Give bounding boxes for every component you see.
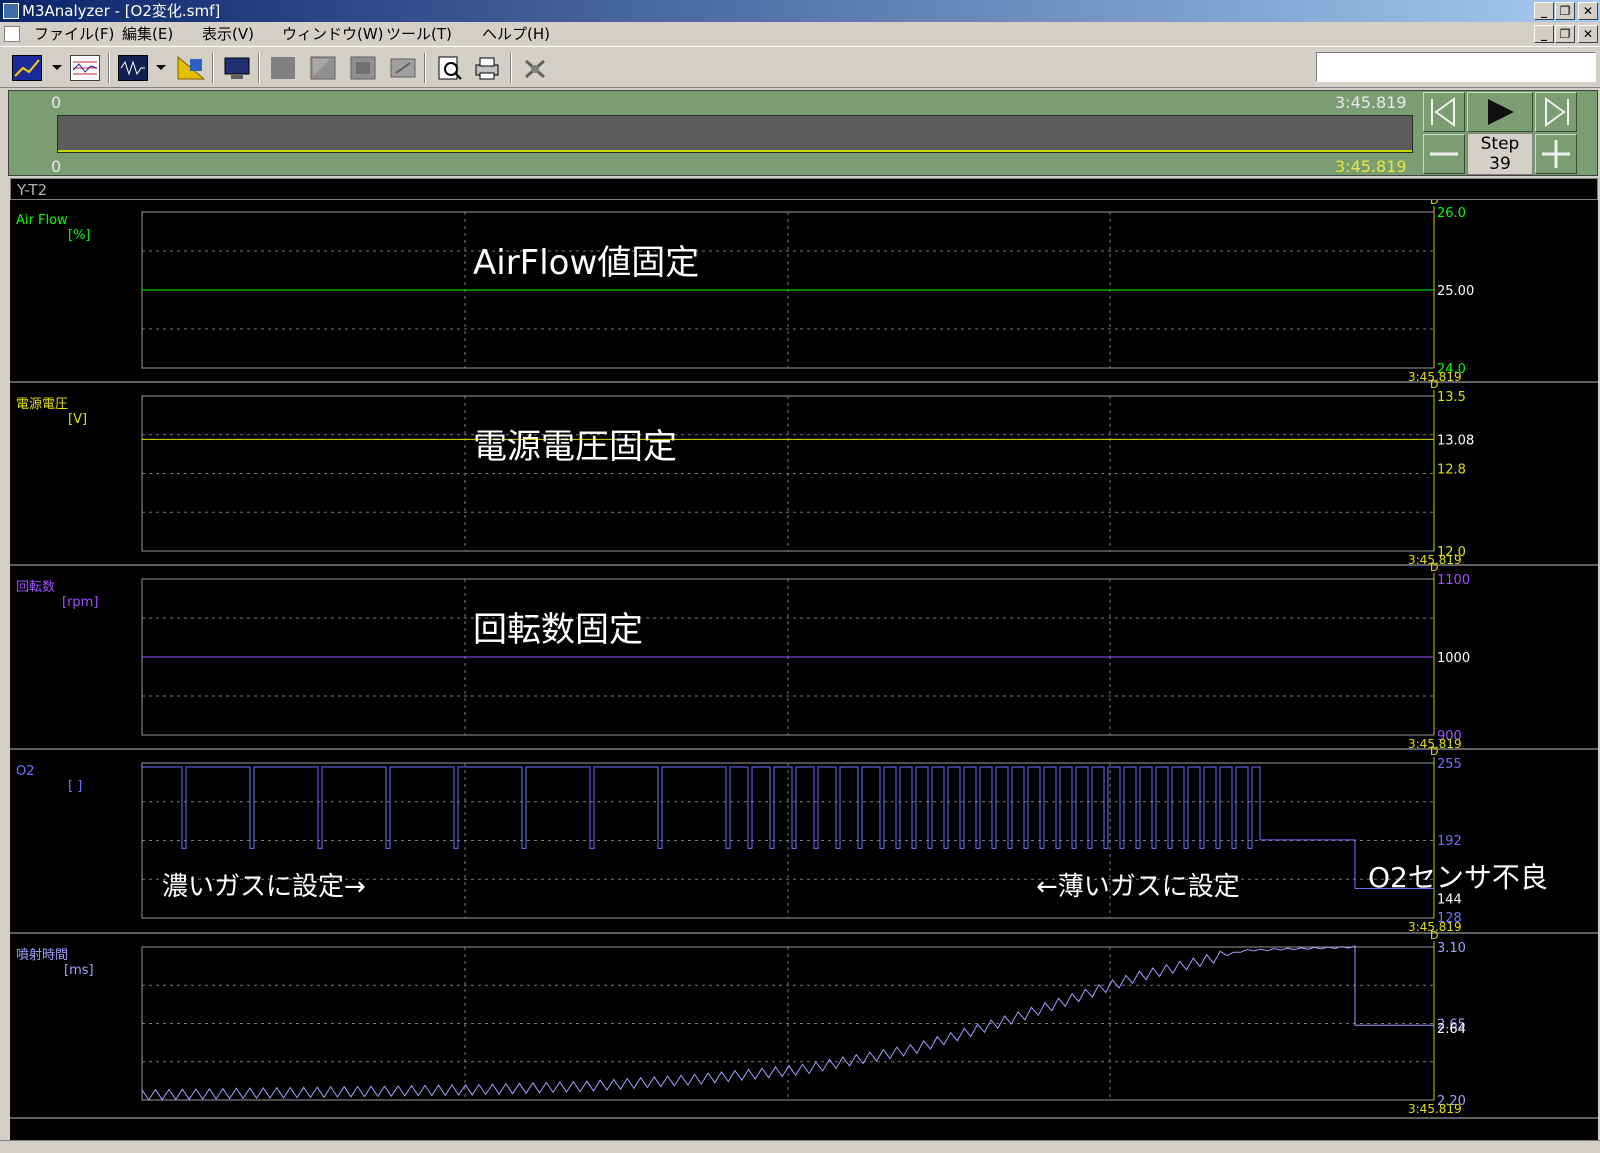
signal-dropdown-icon[interactable] bbox=[156, 65, 166, 70]
step-back-button[interactable] bbox=[1423, 92, 1465, 132]
y-tick-label: 13.5 bbox=[1437, 390, 1466, 405]
annotation-rich-gas: 濃いガスに設定→ bbox=[162, 872, 366, 902]
minimize-button[interactable]: _ bbox=[1534, 2, 1554, 20]
monitor-icon[interactable] bbox=[222, 55, 252, 81]
y-tick-label: 255 bbox=[1437, 757, 1462, 772]
play-button[interactable] bbox=[1467, 92, 1533, 132]
timeline-slider[interactable] bbox=[57, 115, 1413, 153]
corner-disabled-icon[interactable] bbox=[308, 55, 338, 81]
y-tick-label: 1100 bbox=[1437, 573, 1470, 588]
charts-svg: DAir Flow[%]26.025.0024.03:45.819AirFlow… bbox=[10, 194, 1598, 1119]
doc-minimize-button[interactable]: _ bbox=[1534, 25, 1554, 43]
end-time-label: 3:45.819 bbox=[1408, 1102, 1462, 1116]
y-tick-label: 12.8 bbox=[1437, 462, 1466, 477]
doc-close-button[interactable]: ✕ bbox=[1578, 25, 1598, 43]
menu-help[interactable]: ヘルプ(H) bbox=[482, 22, 550, 46]
annotation-lean-gas: ←薄いガスに設定 bbox=[1036, 872, 1240, 902]
timeline-panel: 0 3:45.819 0 3:45.819 Step 39 bbox=[8, 90, 1598, 176]
plot-area[interactable]: D Air Flow [%] 26.0 25.00 24.0 3:45.819 AirFlow… bbox=[10, 194, 1598, 1140]
y-tick-label: 26.0 bbox=[1437, 206, 1466, 221]
menu-file[interactable]: ファイル(F) bbox=[34, 22, 114, 46]
menu-bar: ファイル(F) 編集(E) 表示(V) ウィンドウ(W) ツール(T) ヘルプ(… bbox=[0, 22, 1600, 46]
yt-chart-icon[interactable] bbox=[12, 55, 42, 81]
waveform-icon[interactable] bbox=[70, 55, 100, 81]
y-tick-label: 1000 bbox=[1437, 651, 1470, 666]
y-tick-label: 192 bbox=[1437, 834, 1462, 849]
square-disabled-icon[interactable] bbox=[268, 55, 298, 81]
plus-button[interactable] bbox=[1535, 134, 1577, 174]
channel-name-label: 電源電圧 bbox=[16, 397, 68, 412]
channel-unit-label: [%] bbox=[68, 228, 91, 243]
step-value: 39 bbox=[1489, 154, 1511, 174]
signal-icon[interactable] bbox=[118, 55, 148, 81]
app-icon bbox=[3, 3, 19, 19]
channel-unit-label: [rpm] bbox=[62, 595, 98, 610]
y-tick-label: 2.64 bbox=[1437, 1022, 1466, 1037]
step-indicator: Step 39 bbox=[1467, 133, 1533, 175]
channel-name-label: Air Flow bbox=[16, 213, 68, 228]
channel-name-label: 噴射時間 bbox=[16, 947, 68, 963]
menu-edit[interactable]: 編集(E) bbox=[122, 22, 173, 46]
frame-disabled-icon[interactable] bbox=[348, 55, 378, 81]
about-icon[interactable] bbox=[520, 55, 550, 81]
channel-name-label: 回転数 bbox=[16, 580, 55, 595]
bottom-strip bbox=[0, 1140, 1600, 1153]
minus-button[interactable] bbox=[1423, 134, 1465, 174]
step-label: Step bbox=[1480, 134, 1520, 154]
panel-title: Y-T2 bbox=[10, 178, 1598, 200]
menu-window[interactable]: ウィンドウ(W) bbox=[282, 22, 384, 46]
menu-view[interactable]: 表示(V) bbox=[202, 22, 254, 46]
annotation-sensor-fault: O2センサ不良 bbox=[1368, 861, 1548, 894]
channel-unit-label: [ms] bbox=[64, 963, 94, 978]
chart-annotation: AirFlow値固定 bbox=[473, 243, 699, 283]
menu-tools[interactable]: ツール(T) bbox=[386, 22, 452, 46]
channel-name-label: O2 bbox=[16, 764, 35, 779]
timeline-start-bottom: 0 bbox=[51, 157, 62, 176]
window-title: M3Analyzer - [O2変化.smf] bbox=[22, 2, 221, 20]
chart-annotation: 電源電圧固定 bbox=[473, 427, 677, 467]
document-icon[interactable] bbox=[4, 26, 20, 42]
y-tick-label: 144 bbox=[1437, 892, 1462, 907]
timeline-start-top: 0 bbox=[51, 93, 62, 112]
y-tick-label: 3.10 bbox=[1437, 941, 1466, 956]
chart-dropdown-icon[interactable] bbox=[52, 65, 62, 70]
channel-unit-label: [V] bbox=[68, 412, 87, 427]
print-preview-icon[interactable] bbox=[434, 55, 464, 81]
measure-icon[interactable] bbox=[176, 55, 206, 81]
step-forward-button[interactable] bbox=[1535, 92, 1577, 132]
print-icon[interactable] bbox=[472, 55, 502, 81]
channel-unit-label: [ ] bbox=[68, 779, 82, 794]
timeline-end-top: 3:45.819 bbox=[1335, 93, 1407, 112]
close-button[interactable]: ✕ bbox=[1578, 2, 1598, 20]
y-tick-label: 13.08 bbox=[1437, 433, 1474, 448]
title-bar: M3Analyzer - [O2変化.smf] _ ❐ ✕ bbox=[0, 0, 1600, 22]
timeline-end-bottom: 3:45.819 bbox=[1335, 157, 1407, 176]
restore-button[interactable]: ❐ bbox=[1555, 2, 1575, 20]
toolbar bbox=[0, 46, 1600, 88]
status-field bbox=[1316, 52, 1596, 82]
y-tick-label: 25.00 bbox=[1437, 284, 1474, 299]
chart-annotation: 回転数固定 bbox=[473, 610, 643, 650]
doc-restore-button[interactable]: ❐ bbox=[1555, 25, 1575, 43]
zoom-tool-icon[interactable] bbox=[388, 55, 418, 81]
